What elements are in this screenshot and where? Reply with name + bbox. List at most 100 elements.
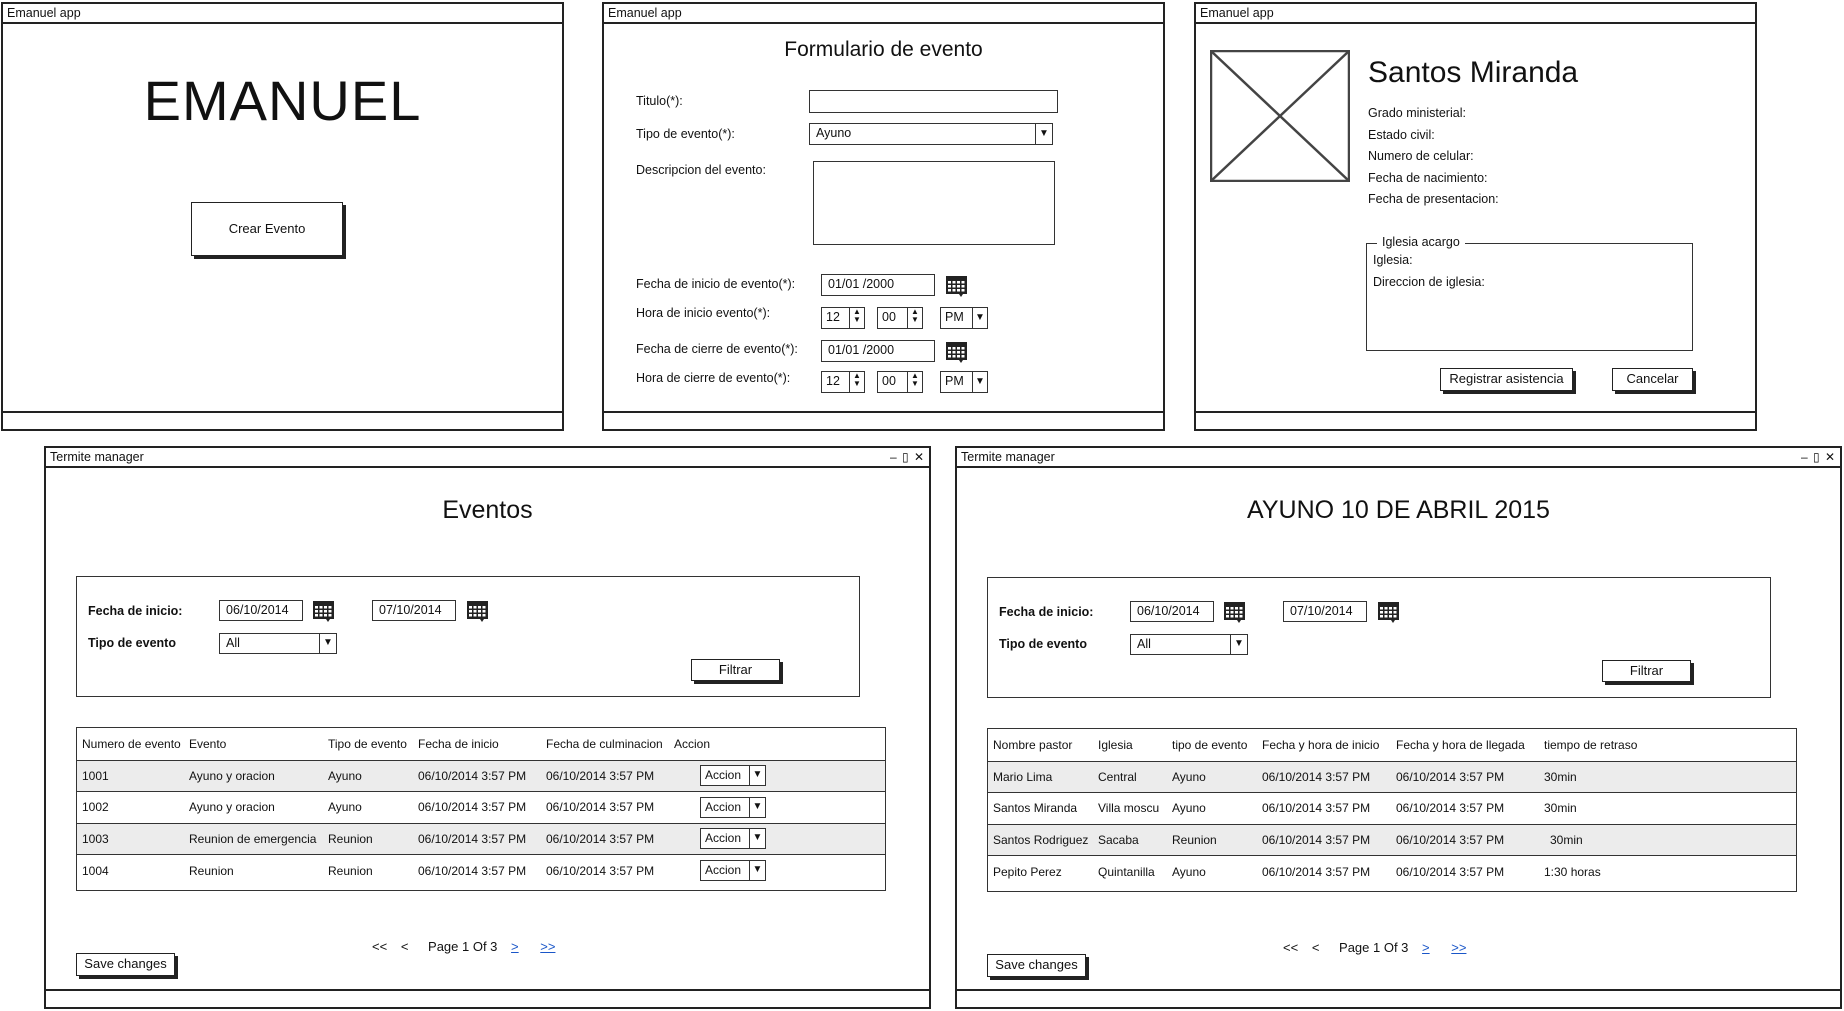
ayuno-filter-panel: Fecha de inicio: 06/10/2014 07/10/2014 T… bbox=[987, 577, 1771, 698]
calendar-icon[interactable] bbox=[1377, 600, 1401, 624]
calendar-icon[interactable] bbox=[945, 340, 969, 364]
ayuno-window: Termite manager – ▯ ✕ AYUNO 10 DE ABRIL … bbox=[955, 446, 1842, 1009]
accion-select[interactable]: Accion ▼ bbox=[700, 796, 766, 818]
fecha-nacimiento-label: Fecha de nacimiento: bbox=[1368, 171, 1488, 185]
hora-inicio-hour-value: 12 bbox=[826, 310, 840, 324]
eventos-tipo-select[interactable]: All ▼ bbox=[219, 633, 337, 654]
prev-page-link[interactable]: < bbox=[401, 939, 409, 954]
descripcion-textarea[interactable] bbox=[813, 161, 1055, 245]
cell-iglesia: Sacaba bbox=[1093, 823, 1167, 856]
hora-cierre-ampm[interactable]: PM ▼ bbox=[940, 371, 988, 393]
table-row[interactable]: 1003 Reunion de emergencia Reunion 06/10… bbox=[77, 822, 885, 855]
fecha-inicio-input[interactable]: 01/01 /2000 bbox=[821, 274, 935, 296]
cell-inicio: 06/10/2014 3:57 PM bbox=[1257, 855, 1391, 887]
stepper-icon[interactable]: ▲ ▼ bbox=[849, 308, 864, 328]
calendar-icon[interactable] bbox=[945, 274, 969, 298]
hora-cierre-ampm-value: PM bbox=[945, 374, 964, 388]
window-controls-icon[interactable]: – ▯ ✕ bbox=[890, 449, 925, 465]
cell-llegada: 06/10/2014 3:57 PM bbox=[1391, 760, 1539, 793]
register-attendance-button[interactable]: Registrar asistencia bbox=[1440, 368, 1573, 391]
col-header[interactable]: Evento bbox=[184, 728, 323, 760]
accion-label: Accion bbox=[705, 799, 742, 814]
last-page-link[interactable]: >> bbox=[1451, 940, 1466, 955]
accion-select[interactable]: Accion ▼ bbox=[700, 765, 766, 787]
cancel-button[interactable]: Cancelar bbox=[1612, 368, 1693, 391]
calendar-icon[interactable] bbox=[312, 599, 336, 623]
stepper-icon[interactable]: ▲ ▼ bbox=[907, 372, 922, 392]
hora-inicio-ampm[interactable]: PM ▼ bbox=[940, 307, 988, 329]
first-page-link[interactable]: << bbox=[1283, 940, 1298, 955]
table-row[interactable]: 1002 Ayuno y oracion Ayuno 06/10/2014 3:… bbox=[77, 791, 885, 823]
col-header[interactable]: tiempo de retraso bbox=[1539, 729, 1796, 761]
table-row[interactable]: Santos Miranda Villa moscu Ayuno 06/10/2… bbox=[988, 792, 1796, 824]
first-page-link[interactable]: << bbox=[372, 939, 387, 954]
descripcion-label: Descripcion del evento: bbox=[636, 163, 766, 177]
tipo-evento-select[interactable]: Ayuno ▼ bbox=[809, 123, 1053, 145]
col-header[interactable]: Fecha de culminacion bbox=[541, 728, 669, 760]
ayuno-pagination: << < Page 1 Of 3 > >> bbox=[1283, 940, 1476, 955]
col-header[interactable]: Accion bbox=[669, 728, 885, 760]
hora-inicio-label: Hora de inicio evento(*): bbox=[636, 306, 771, 320]
ayuno-heading: AYUNO 10 DE ABRIL 2015 bbox=[1247, 496, 1550, 524]
ayuno-tipo-select[interactable]: All ▼ bbox=[1130, 634, 1248, 655]
calendar-icon[interactable] bbox=[466, 599, 490, 623]
col-header[interactable]: Tipo de evento bbox=[323, 728, 413, 760]
ayuno-filter-button[interactable]: Filtrar bbox=[1602, 660, 1691, 682]
chevron-down-icon: ▼ bbox=[749, 829, 765, 849]
event-form-window: Emanuel app Formulario de evento Titulo(… bbox=[602, 2, 1165, 431]
cell-inicio: 06/10/2014 3:57 PM bbox=[1257, 823, 1391, 856]
eventos-window-title: Termite manager – ▯ ✕ bbox=[46, 448, 929, 468]
last-page-link[interactable]: >> bbox=[540, 939, 555, 954]
hora-inicio-hour[interactable]: 12 ▲ ▼ bbox=[821, 307, 865, 329]
eventos-filter-button[interactable]: Filtrar bbox=[691, 659, 780, 681]
ayuno-fecha-to-input[interactable]: 07/10/2014 bbox=[1283, 601, 1367, 622]
titulo-input[interactable] bbox=[809, 90, 1058, 113]
cell-tipo: Reunion bbox=[1167, 823, 1257, 856]
eventos-fecha-from-input[interactable]: 06/10/2014 bbox=[219, 600, 303, 621]
cell-fin: 06/10/2014 3:57 PM bbox=[541, 759, 669, 792]
table-row[interactable]: Santos Rodriguez Sacaba Reunion 06/10/20… bbox=[988, 823, 1796, 856]
table-row[interactable]: 1001 Ayuno y oracion Ayuno 06/10/2014 3:… bbox=[77, 759, 885, 792]
col-header[interactable]: Nombre pastor bbox=[988, 729, 1093, 761]
profile-name: Santos Miranda bbox=[1368, 56, 1579, 89]
table-row[interactable]: Pepito Perez Quintanilla Ayuno 06/10/201… bbox=[988, 855, 1796, 887]
table-row[interactable]: 1004 Reunion Reunion 06/10/2014 3:57 PM … bbox=[77, 854, 885, 886]
cell-evento: Reunion de emergencia bbox=[184, 822, 323, 855]
hora-cierre-hour[interactable]: 12 ▲ ▼ bbox=[821, 371, 865, 393]
col-header[interactable]: Fecha de inicio bbox=[413, 728, 541, 760]
accion-select[interactable]: Accion ▼ bbox=[700, 828, 766, 850]
ayuno-fecha-from-input[interactable]: 06/10/2014 bbox=[1130, 601, 1214, 622]
cell-pastor: Santos Miranda bbox=[988, 792, 1093, 824]
table-row[interactable]: Mario Lima Central Ayuno 06/10/2014 3:57… bbox=[988, 760, 1796, 793]
create-event-button[interactable]: Crear Evento bbox=[191, 202, 343, 256]
col-header[interactable]: Fecha y hora de llegada bbox=[1391, 729, 1539, 761]
next-page-link[interactable]: > bbox=[1422, 940, 1430, 955]
col-header[interactable]: Fecha y hora de inicio bbox=[1257, 729, 1391, 761]
col-header[interactable]: Numero de evento bbox=[77, 728, 184, 760]
stepper-icon[interactable]: ▲ ▼ bbox=[907, 308, 922, 328]
next-page-link[interactable]: > bbox=[511, 939, 519, 954]
calendar-icon[interactable] bbox=[1223, 600, 1247, 624]
cell-tipo: Ayuno bbox=[1167, 792, 1257, 824]
ayuno-window-title: Termite manager – ▯ ✕ bbox=[957, 448, 1840, 468]
accion-label: Accion bbox=[705, 863, 742, 877]
cell-llegada: 06/10/2014 3:57 PM bbox=[1391, 823, 1539, 856]
prev-page-link[interactable]: < bbox=[1312, 940, 1320, 955]
cell-num: 1002 bbox=[77, 791, 184, 823]
hora-cierre-min[interactable]: 00 ▲ ▼ bbox=[877, 371, 923, 393]
fecha-presentacion-label: Fecha de presentacion: bbox=[1368, 192, 1499, 206]
col-header[interactable]: tipo de evento bbox=[1167, 729, 1257, 761]
accion-select[interactable]: Accion ▼ bbox=[700, 860, 766, 881]
eventos-fecha-to-input[interactable]: 07/10/2014 bbox=[372, 600, 456, 621]
fecha-cierre-input[interactable]: 01/01 /2000 bbox=[821, 340, 935, 362]
col-header[interactable]: Iglesia bbox=[1093, 729, 1167, 761]
window-controls-icon[interactable]: – ▯ ✕ bbox=[1801, 449, 1836, 465]
eventos-save-button[interactable]: Save changes bbox=[76, 953, 175, 976]
stepper-icon[interactable]: ▲ ▼ bbox=[849, 372, 864, 392]
cell-accion: Accion ▼ bbox=[669, 791, 885, 823]
ayuno-save-button[interactable]: Save changes bbox=[987, 954, 1086, 977]
cell-llegada: 06/10/2014 3:57 PM bbox=[1391, 855, 1539, 887]
hora-inicio-min[interactable]: 00 ▲ ▼ bbox=[877, 307, 923, 329]
tipo-evento-value: Ayuno bbox=[816, 126, 852, 140]
fecha-inicio-label: Fecha de inicio de evento(*): bbox=[636, 277, 796, 291]
